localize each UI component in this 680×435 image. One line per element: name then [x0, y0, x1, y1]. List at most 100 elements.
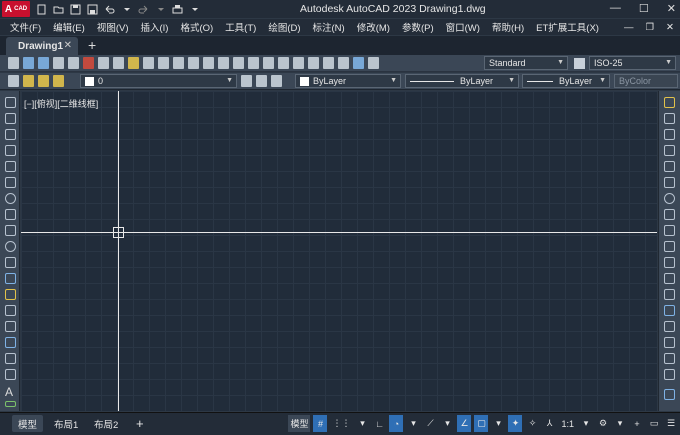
stretch-icon[interactable] [664, 225, 675, 236]
zoom-previous-icon[interactable] [248, 57, 259, 69]
plot-toolbar-icon[interactable] [53, 57, 64, 69]
insert-block-icon[interactable] [5, 273, 16, 284]
redo-toolbar-icon[interactable] [188, 57, 199, 69]
viewport-controls-label[interactable]: [−][俯视][二维线框] [24, 97, 98, 110]
construction-line-icon[interactable] [5, 113, 16, 124]
scale-dropdown-icon[interactable]: ▾ [579, 415, 593, 432]
menu-draw[interactable]: 绘图(D) [262, 20, 306, 34]
layout-tab-1[interactable]: 布局1 [48, 415, 84, 432]
make-block-icon[interactable] [5, 289, 16, 300]
menu-format[interactable]: 格式(O) [174, 20, 219, 34]
ellipse-arc-icon[interactable] [5, 257, 16, 268]
zoom-window-icon[interactable] [233, 57, 244, 69]
undo-toolbar-icon[interactable] [173, 57, 184, 69]
layer-select[interactable]: 0 ▼ [80, 74, 237, 88]
point-icon[interactable] [5, 305, 16, 316]
copy-icon[interactable] [113, 57, 124, 69]
app-logo-button[interactable]: A CAD [2, 1, 30, 17]
osnap-dropdown-icon[interactable]: ▾ [491, 415, 505, 432]
paste-icon[interactable] [128, 57, 139, 69]
tool-palettes-icon[interactable] [293, 57, 304, 69]
zoom-realtime-icon[interactable] [218, 57, 229, 69]
table-icon[interactable] [5, 369, 16, 380]
new-file-icon[interactable] [36, 4, 47, 15]
save-icon[interactable] [70, 4, 81, 15]
scale-icon[interactable] [664, 209, 675, 220]
join-icon[interactable] [664, 305, 675, 316]
object-snap-tracking-icon[interactable]: ∠ [457, 415, 472, 432]
minimize-button[interactable]: — [610, 2, 621, 15]
text-style-select[interactable]: Standard ▼ [484, 56, 568, 70]
arc-icon[interactable] [5, 177, 16, 188]
cut-icon[interactable] [98, 57, 109, 69]
spline-icon[interactable] [5, 225, 16, 236]
gradient-icon[interactable] [5, 337, 16, 348]
grid-icon[interactable]: # [313, 415, 328, 432]
linetype-select[interactable]: ByLayer ▼ [405, 74, 519, 88]
lock-icon[interactable] [53, 75, 64, 87]
rotate-icon[interactable] [664, 193, 675, 204]
chamfer-icon[interactable] [664, 321, 675, 332]
menu-file[interactable]: 文件(F) [4, 20, 47, 34]
sun-icon[interactable] [38, 75, 49, 87]
region-icon[interactable] [5, 353, 16, 364]
menu-restore-icon[interactable]: ❐ [640, 22, 661, 33]
layer-state-icon[interactable] [271, 75, 282, 87]
new-tab-button[interactable]: + [88, 37, 96, 53]
multiline-text-icon[interactable]: A [5, 385, 13, 399]
scale-value[interactable]: 1:1 [559, 415, 576, 432]
extend-icon[interactable] [664, 257, 675, 268]
array-icon[interactable] [664, 161, 675, 172]
close-button[interactable]: ✕ [667, 2, 676, 15]
publish-icon[interactable] [83, 57, 94, 69]
break-at-point-icon[interactable] [664, 273, 675, 284]
properties-icon[interactable] [263, 57, 274, 69]
copy-object-icon[interactable] [664, 113, 675, 124]
undo-icon[interactable] [104, 4, 115, 15]
save-toolbar-icon[interactable] [38, 57, 49, 69]
explode-icon[interactable] [664, 369, 675, 380]
menu-express-tools[interactable]: ET扩展工具(X) [530, 20, 605, 34]
annotation-scale-icon[interactable]: ⅄ [542, 415, 556, 432]
redo-dropdown-icon[interactable] [155, 4, 166, 15]
layout-tab-model[interactable]: 模型 [12, 415, 44, 432]
fillet-icon[interactable] [664, 337, 675, 348]
line-icon[interactable] [5, 97, 16, 108]
redo-icon[interactable] [138, 4, 149, 15]
add-layout-button[interactable]: + [130, 415, 150, 432]
snap-dropdown-icon[interactable]: ▾ [355, 415, 369, 432]
menu-view[interactable]: 视图(V) [91, 20, 135, 34]
annotation-monitor-icon[interactable]: + [630, 415, 644, 432]
pan-icon[interactable] [203, 57, 214, 69]
isodraft-icon[interactable]: ⟋ [423, 415, 437, 432]
workspace-gear-icon[interactable]: ⚙ [596, 415, 610, 432]
menu-help[interactable]: 帮助(H) [486, 20, 530, 34]
customization-icon[interactable]: ☰ [664, 415, 678, 432]
object-snap-icon[interactable]: ▢ [474, 415, 489, 432]
layer-properties-icon[interactable] [8, 75, 19, 87]
units-icon[interactable]: ▭ [647, 415, 661, 432]
menu-window[interactable]: 窗口(W) [440, 20, 486, 34]
menu-parametric[interactable]: 参数(P) [396, 20, 440, 34]
palette-options-icon[interactable] [664, 389, 675, 400]
customize-toolbar-icon[interactable] [189, 4, 200, 15]
layout-tab-2[interactable]: 布局2 [88, 415, 124, 432]
polyline-icon[interactable] [5, 129, 16, 140]
make-current-icon[interactable] [241, 75, 252, 87]
plot-icon[interactable] [172, 4, 183, 15]
dim-style-icon[interactable] [574, 58, 585, 69]
menu-insert[interactable]: 插入(I) [134, 20, 174, 34]
markup-icon[interactable] [323, 57, 334, 69]
qnew-icon[interactable] [8, 57, 19, 69]
auto-scale-icon[interactable]: ✧ [525, 415, 539, 432]
menu-dimension[interactable]: 标注(N) [307, 20, 351, 34]
isodraft-dropdown-icon[interactable]: ▾ [440, 415, 454, 432]
match-properties-icon[interactable] [143, 57, 154, 69]
design-center-icon[interactable] [278, 57, 289, 69]
plot-preview-icon[interactable] [68, 57, 79, 69]
snap-icon[interactable]: ⋮⋮ [330, 415, 352, 432]
color-select[interactable]: ByLayer ▼ [295, 74, 401, 88]
annotation-visibility-icon[interactable]: ✦ [508, 415, 523, 432]
polar-dropdown-icon[interactable]: ▾ [406, 415, 420, 432]
offset-icon[interactable] [664, 145, 675, 156]
